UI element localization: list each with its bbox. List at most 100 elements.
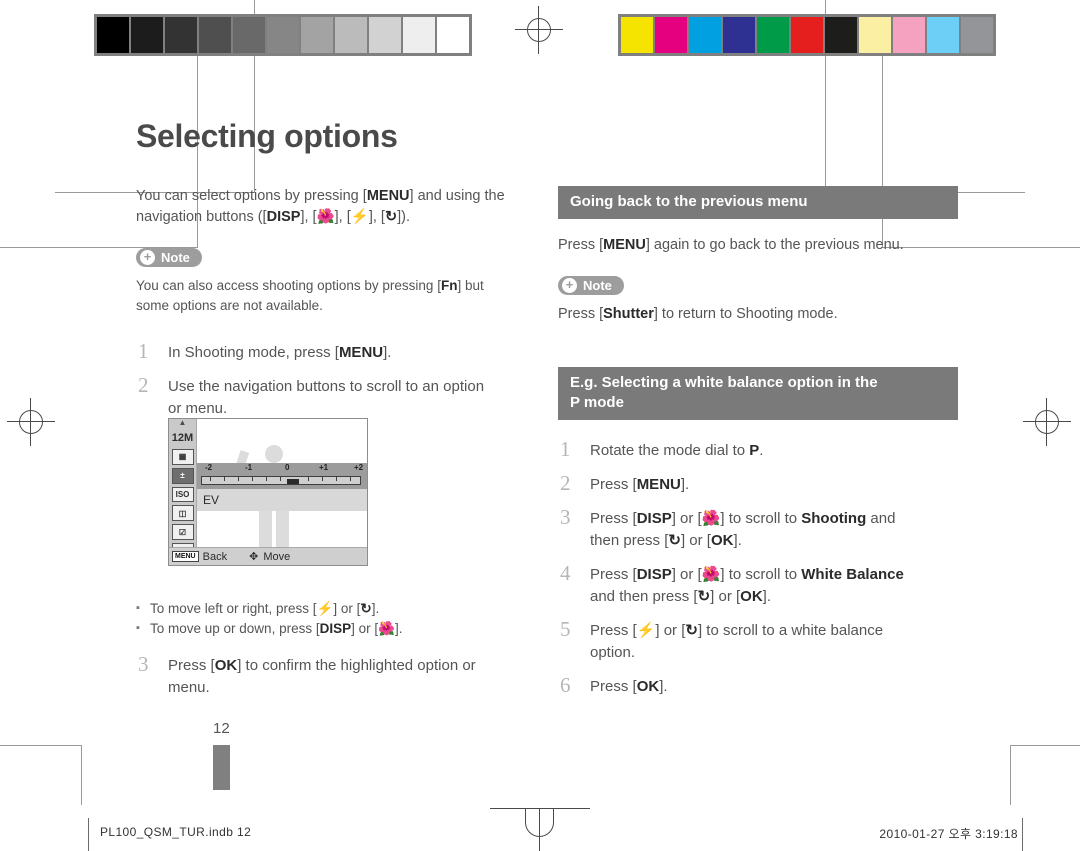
note-text-post: ] but [457,278,484,293]
wb-heading-line2: P mode [570,394,624,411]
ev-tick-label: 0 [285,463,290,472]
disp-key-label: DISP [636,566,672,583]
ev-slider-knob [287,479,299,484]
right-steps-list: 1 Rotate the mode dial to P. 2 Press [ME… [558,437,958,698]
macro-icon: 🌺 [316,209,335,225]
ev-tick-label: +2 [354,463,364,472]
step-item: 1 Rotate the mode dial to P. [560,437,764,461]
footer-timestamp: 2010-01-27 오후 3:19:18 [879,827,1018,841]
intro-paragraph: You can select options by pressing [MENU… [136,188,505,225]
ev-slider-track [201,476,361,485]
note-text-line2: some options are not available. [136,298,323,313]
step-number: 1 [560,437,571,461]
plus-icon: + [562,278,577,293]
intro-text-pre: You can select options by pressing [ [136,188,367,204]
left-steps-list-2: 3 Press [OK] to confirm the highlighted … [136,652,530,699]
step-number: 6 [560,673,571,697]
step-item: 6 Press [OK]. [560,673,668,697]
metering-icon: ◫ [171,505,194,522]
step-item: 1 In Shooting mode, press [MENU]. [138,339,392,363]
step-number: 5 [560,617,571,641]
disp-key-label: DISP [636,510,672,527]
step-item: 2 Press [MENU]. [560,471,690,495]
note-text-pre: You can also access shooting options by … [136,278,441,293]
flash-icon: ⚡ [636,622,656,639]
chevron-up-icon: ▲ [178,418,187,427]
note-text-post: ] to return to Shooting mode. [653,306,838,322]
footer-filename: PL100_QSM_TUR.indb 12 [100,825,252,839]
note-text-pre: Press [ [558,306,604,322]
note-paragraph-left: You can also access shooting options by … [136,276,530,316]
note-badge-left: + Note [136,248,202,267]
page-number: 12 [213,720,230,737]
ok-key-label: OK [710,532,734,549]
ev-row-label: EV [197,489,367,511]
note-badge-label: Note [161,250,190,265]
wb-heading-line1: E.g. Selecting a white balance option in… [570,374,878,391]
page-thumb-index [213,745,230,790]
p-mode-label: P [749,442,760,459]
step-item: 3 Press [OK] to confirm the highlighted … [138,652,476,696]
step-number: 2 [560,471,571,495]
ok-key-label: OK [214,657,238,674]
white-balance-label: White Balance [801,566,904,583]
ev-scale: -2 -1 0 +1 +2 [197,463,367,489]
step-item: 2 Use the navigation buttons to scroll t… [138,373,485,417]
lcd-sidebar: ▲ 12M ▦ ± ISO ◫ ☑ ☐ ▼ [169,418,197,565]
page-title: Selecting options [136,118,398,154]
lcd-move-label: Move [263,550,291,563]
list-item: To move left or right, press [⚡] or [↻]. [136,598,530,619]
step-item: 3 Press [DISP] or [🌺] to scroll to Shoot… [560,505,896,549]
note-badge-right: + Note [558,276,624,295]
step-item: 5 Press [⚡] or [↻] to scroll to a white … [560,617,884,661]
menu-key-label: MENU [338,344,384,361]
macro-icon: 🌺 [701,510,721,527]
resolution-icon: 12M [171,431,194,444]
step-number: 2 [138,373,149,397]
lcd-bottom-bar: MENU Back ✥ Move [169,547,367,565]
menu-key-label: MENU [636,476,681,493]
iso-icon: ISO [171,486,194,503]
shutter-key-label: Shutter [603,306,654,322]
menu-key-label: MENU [603,237,646,253]
ev-tick-label: -1 [245,463,253,472]
timer-icon: ↻ [668,532,681,549]
list-item: To move up or down, press [DISP] or [🌺]. [136,618,530,639]
face-detect-icon: ☑ [171,524,194,541]
ev-tick-label: +1 [319,463,329,472]
shooting-menu-label: Shooting [801,510,867,527]
flash-icon: ⚡ [350,209,369,225]
fn-key-label: Fn [440,278,458,293]
macro-icon: 🌺 [378,621,395,636]
left-bullets: To move left or right, press [⚡] or [↻].… [136,598,530,639]
timer-icon: ↻ [685,622,698,639]
ev-tick-label: -2 [205,463,213,472]
intro-text-post: ] and using the [409,188,505,204]
right-column: Going back to the previous menu Press [M… [558,186,958,710]
ok-key-label: OK [636,678,660,695]
step-number: 3 [138,652,149,676]
prev-text-post: ] again to go back to the previous menu. [645,237,904,253]
step-item: 4 Press [DISP] or [🌺] to scroll to White… [560,561,904,605]
left-steps-list: 1 In Shooting mode, press [MENU]. 2 Use … [136,339,530,420]
step-number: 1 [138,339,149,363]
step-number: 3 [560,505,571,529]
disp-key-label: DISP [266,209,301,225]
dpad-icon: ✥ [249,551,259,563]
menu-key-label: MENU [366,188,410,204]
note-badge-label: Note [583,278,612,293]
intro-text-post2: ]). [397,209,410,225]
flash-icon: ⚡ [316,601,334,616]
manual-page: Selecting options You can select options… [0,0,1080,851]
disp-key-label: DISP [319,621,352,636]
macro-icon: 🌺 [701,566,721,583]
note-paragraph-right: Press [Shutter] to return to Shooting mo… [558,304,958,325]
previous-menu-paragraph: Press [MENU] again to go back to the pre… [558,235,958,256]
menu-key-icon: MENU [172,551,199,562]
timer-icon: ↻ [697,588,711,605]
camera-lcd-screenshot: ▲ 12M ▦ ± ISO ◫ ☑ ☐ ▼ -2 -1 0 +1 +2 [168,418,368,566]
timer-icon: ↻ [360,601,372,616]
intro-text-pre2: navigation buttons ([ [136,209,267,225]
ev-icon: ± [171,467,194,484]
ok-key-label: OK [740,588,763,605]
